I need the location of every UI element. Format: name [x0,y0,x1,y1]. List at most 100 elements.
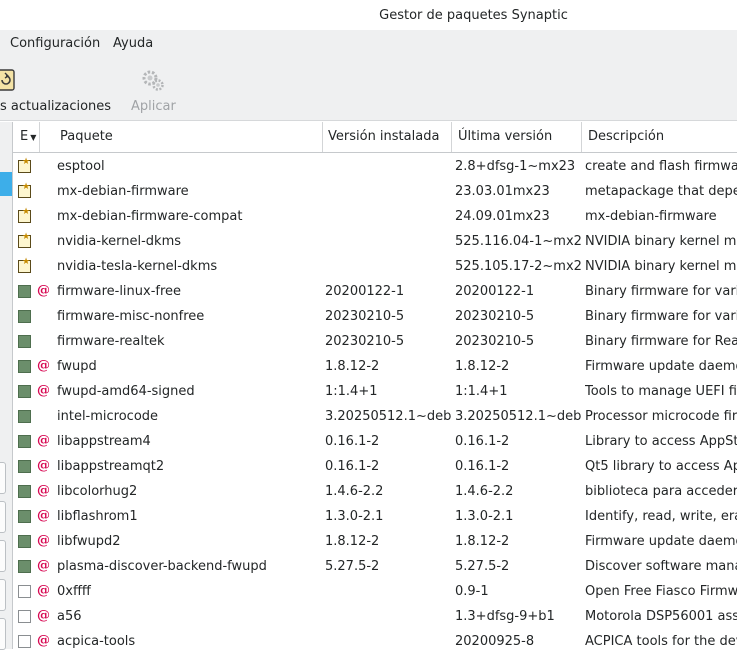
installed-version: 0.16.1-2 [325,459,380,474]
debian-swirl-icon: @ [37,483,50,498]
new-package-status-icon[interactable] [18,257,31,273]
table-row[interactable]: firmware-misc-nonfree 20230210-5 20230210-… [13,304,737,329]
package-description: ACPICA tools for the deve [585,634,737,649]
installed-status-icon[interactable] [18,360,31,373]
left-pane-selection[interactable] [0,172,12,196]
table-row[interactable]: nvidia-tesla-kernel-dkms 525.105.17-2~mx2… [13,254,737,279]
window-titlebar: Gestor de paquetes Synaptic [0,0,737,30]
installed-version [325,154,451,179]
latest-version: 1.8.12-2 [455,534,510,549]
package-description: Open Free Fiasco Firmwa [585,584,737,599]
debian-swirl-icon: @ [37,533,50,548]
col-latest-header[interactable]: Última versión [452,122,582,152]
package-name: firmware-misc-nonfree [57,309,205,324]
sort-chevron-icon: ▼ [30,133,37,142]
package-description: Discover software manag [585,559,737,574]
table-row[interactable]: firmware-realtek 20230210-5 20230210-5 Bina… [13,329,737,354]
col-status-header[interactable]: E ▼ [13,122,40,152]
installed-status-icon[interactable] [18,535,31,548]
package-description: Library to access AppStre [585,434,737,449]
reload-icon [0,69,15,91]
table-row[interactable]: esptool 2.8+dfsg-1~mx23 create and flash f… [13,154,737,179]
installed-status-icon[interactable] [18,435,31,448]
debian-swirl-icon: @ [37,508,50,523]
installed-status-icon[interactable] [18,560,31,573]
table-header: E ▼ Paquete Versión instalada Última vers… [13,122,737,153]
installed-version [325,229,451,254]
debian-swirl-icon: @ [37,583,50,598]
left-pane-button[interactable] [0,540,6,572]
table-row[interactable]: mx-debian-firmware 23.03.01mx23 metapackag… [13,179,737,204]
latest-version: 5.27.5-2 [455,559,510,574]
package-description: biblioteca para acceder a [585,484,737,499]
table-row[interactable]: @ libcolorhug2 1.4.6-2.2 1.4.6-2.2 bibliotec… [13,479,737,504]
table-row[interactable]: @ a56 1.3+dfsg-9+b1 Motorola DSP56001 asse [13,604,737,629]
table-row[interactable]: nvidia-kernel-dkms 525.116.04-1~mx23 NVIDI… [13,229,737,254]
latest-version: 0.16.1-2 [455,459,510,474]
table-row[interactable]: @ libappstreamqt2 0.16.1-2 0.16.1-2 Qt5 libr… [13,454,737,479]
not-installed-checkbox[interactable] [18,635,31,648]
table-row[interactable]: @ acpica-tools 20200925-8 ACPICA tools for … [13,629,737,649]
installed-status-icon[interactable] [18,485,31,498]
installed-status-icon[interactable] [18,385,31,398]
table-row[interactable]: @ plasma-discover-backend-fwupd 5.27.5-2 5.… [13,554,737,579]
left-pane-button[interactable] [0,462,6,494]
installed-status-icon[interactable] [18,310,31,323]
toolbar: s actualizaciones Aplicar [0,58,737,121]
apply-button[interactable]: Aplicar [126,62,178,116]
package-name: 0xffff [57,584,91,599]
installed-version: 1.4.6-2.2 [325,484,384,499]
left-pane-button[interactable] [0,618,6,650]
table-row[interactable]: @ fwupd-amd64-signed 1:1.4+1 1:1.4+1 Tools t… [13,379,737,404]
left-pane [0,122,13,650]
menu-ayuda[interactable]: Ayuda [113,36,153,51]
latest-version: 0.16.1-2 [455,434,510,449]
latest-version: 2.8+dfsg-1~mx23 [455,159,576,174]
package-name: libflashrom1 [57,509,138,524]
installed-version [325,579,451,604]
table-row[interactable]: intel-microcode 3.20250512.1~deb1 3.202505… [13,404,737,429]
debian-swirl-icon: @ [37,633,50,648]
reload-button[interactable]: s actualizaciones [0,62,111,116]
debian-swirl-icon: @ [37,608,50,623]
new-package-status-icon[interactable] [18,157,31,173]
debian-swirl-icon: @ [37,433,50,448]
table-row[interactable]: @ fwupd 1.8.12-2 1.8.12-2 Firmware update da… [13,354,737,379]
table-row[interactable]: @ libfwupd2 1.8.12-2 1.8.12-2 Firmware updat… [13,529,737,554]
table-row[interactable]: @ firmware-linux-free 20200122-1 20200122-1… [13,279,737,304]
debian-swirl-icon: @ [37,283,50,298]
left-pane-button[interactable] [0,579,6,611]
installed-status-icon[interactable] [18,510,31,523]
col-package-header[interactable]: Paquete [54,122,323,152]
package-name: libappstreamqt2 [57,459,165,474]
installed-version [325,254,451,279]
new-package-status-icon[interactable] [18,182,31,198]
installed-version: 1:1.4+1 [325,384,378,399]
col-status-label: E [20,129,29,144]
new-package-status-icon[interactable] [18,207,31,223]
table-row[interactable]: @ libappstream4 0.16.1-2 0.16.1-2 Library to… [13,429,737,454]
table-row[interactable]: @0xffff 0.9-1 Open Free Fiasco Firmwa [13,579,737,604]
package-name: firmware-realtek [57,334,165,349]
not-installed-checkbox[interactable] [18,585,31,598]
not-installed-checkbox[interactable] [18,610,31,623]
installed-status-icon[interactable] [18,460,31,473]
latest-version: 0.9-1 [455,584,489,599]
installed-status-icon[interactable] [18,335,31,348]
new-package-status-icon[interactable] [18,232,31,248]
package-name: intel-microcode [57,409,159,424]
col-installed-header[interactable]: Versión instalada [322,122,452,152]
package-name: esptool [57,159,105,174]
table-row[interactable]: mx-debian-firmware-compat 24.09.01mx23 mx-… [13,204,737,229]
menu-configuracion[interactable]: Configuración [10,36,100,51]
installed-status-icon[interactable] [18,410,31,423]
installed-version: 20200122-1 [325,284,405,299]
latest-version: 1.3+dfsg-9+b1 [455,609,555,624]
col-latest-label: Última versión [458,129,553,144]
table-row[interactable]: @ libflashrom1 1.3.0-2.1 1.3.0-2.1 Identify,… [13,504,737,529]
installed-version: 1.3.0-2.1 [325,509,384,524]
latest-version: 20200122-1 [455,284,535,299]
col-description-header[interactable]: Descripción [582,122,737,152]
left-pane-button[interactable] [0,501,6,533]
installed-status-icon[interactable] [18,285,31,298]
